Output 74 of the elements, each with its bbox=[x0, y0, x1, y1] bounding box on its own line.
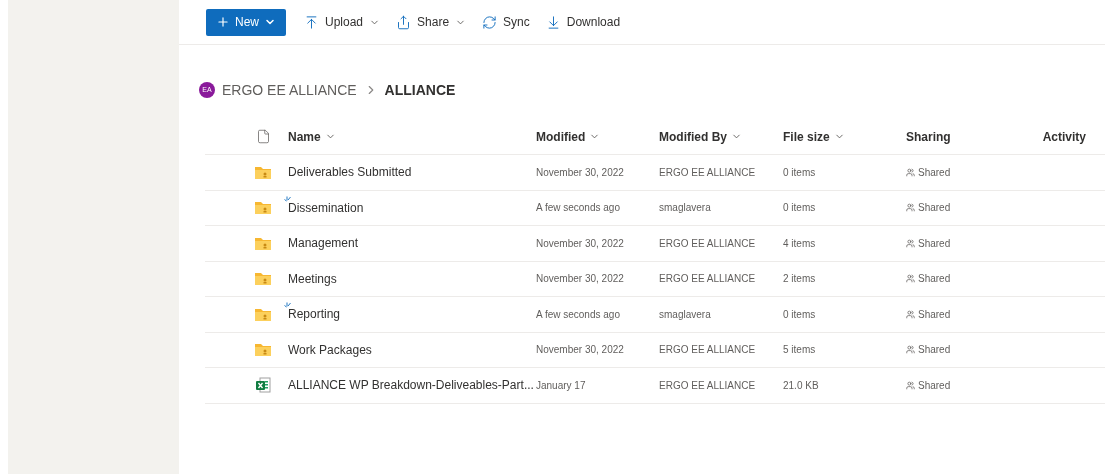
file-name[interactable]: Deliverables Submitted bbox=[288, 165, 412, 180]
plus-icon bbox=[216, 15, 230, 29]
sharing-status[interactable]: Shared bbox=[918, 306, 951, 322]
folder-icon bbox=[255, 307, 271, 321]
modified-date: January 17 bbox=[536, 378, 587, 393]
modified-date: November 30, 2022 bbox=[536, 343, 625, 358]
file-type-icon bbox=[256, 129, 271, 144]
file-row[interactable]: ALLIANCE WP Breakdown-Deliveables-Part... January 17 ERGO EE ALLIANCE 21.0 KB Shared bbox=[205, 368, 1105, 404]
file-row[interactable]: Meetings November 30, 2022 ERGO EE ALLIANCE 2 items Shared bbox=[205, 261, 1105, 297]
toolbar-button[interactable]: Sync bbox=[482, 8, 530, 36]
folder-icon bbox=[255, 201, 271, 215]
modified-date: November 30, 2022 bbox=[536, 272, 625, 287]
people-icon bbox=[906, 167, 915, 177]
modified-by: ERGO EE ALLIANCE bbox=[659, 378, 757, 393]
sharing-status[interactable]: Shared bbox=[918, 235, 951, 251]
modified-by: smaglavera bbox=[659, 201, 712, 216]
file-row[interactable]: Deliverables Submitted November 30, 2022 ERGO EE ALLIANCE 0 items Shared bbox=[205, 155, 1105, 191]
modified-by: ERGO EE ALLIANCE bbox=[659, 165, 757, 180]
file-size: 5 items bbox=[783, 343, 817, 358]
sync-icon bbox=[482, 14, 498, 30]
column-header[interactable]: File size bbox=[783, 127, 906, 146]
breadcrumb-item: ALLIANCE bbox=[384, 80, 456, 100]
people-icon bbox=[906, 309, 915, 319]
file-size: 0 items bbox=[783, 307, 817, 322]
share-icon bbox=[396, 14, 412, 30]
column-header[interactable]: Modified bbox=[536, 127, 659, 146]
new-button[interactable]: New bbox=[206, 8, 286, 36]
modified-date: November 30, 2022 bbox=[536, 236, 625, 251]
modified-by: ERGO EE ALLIANCE bbox=[659, 272, 757, 287]
modified-date: A few seconds ago bbox=[536, 201, 621, 216]
people-icon bbox=[906, 238, 915, 248]
modified-date: November 30, 2022 bbox=[536, 165, 625, 180]
folder-icon bbox=[255, 236, 271, 250]
folder-icon bbox=[255, 272, 271, 286]
column-header[interactable]: Name bbox=[288, 127, 536, 146]
file-row[interactable]: Dissemination A few seconds ago smaglavera 0 items Shared bbox=[205, 190, 1105, 226]
column-header[interactable]: Sharing bbox=[906, 127, 1036, 146]
breadcrumb-item[interactable]: ERGO EE ALLIANCE bbox=[222, 79, 357, 101]
column-header[interactable]: Activity bbox=[1036, 127, 1105, 146]
file-size: 4 items bbox=[783, 236, 817, 251]
spreadsheet-icon bbox=[255, 377, 271, 394]
people-icon bbox=[906, 345, 915, 355]
sharing-status[interactable]: Shared bbox=[918, 377, 951, 393]
file-size: 2 items bbox=[783, 272, 817, 287]
toolbar-button[interactable]: Share bbox=[396, 8, 467, 36]
modified-by: smaglavera bbox=[659, 307, 712, 322]
file-row[interactable]: Work Packages November 30, 2022 ERGO EE ALLIANCE 5 items Shared bbox=[205, 332, 1105, 368]
modified-date: A few seconds ago bbox=[536, 307, 621, 322]
file-name[interactable]: Dissemination bbox=[288, 200, 364, 215]
file-name[interactable]: Work Packages bbox=[288, 342, 372, 357]
sharing-status[interactable]: Shared bbox=[918, 271, 951, 287]
column-header[interactable]: Modified By bbox=[659, 127, 783, 146]
folder-icon bbox=[255, 165, 271, 179]
toolbar-button[interactable]: Download bbox=[545, 8, 621, 36]
folder-icon bbox=[255, 343, 271, 357]
upload-icon bbox=[304, 14, 319, 30]
people-icon bbox=[906, 274, 915, 284]
file-name[interactable]: Management bbox=[288, 236, 359, 251]
toolbar-button[interactable]: Upload bbox=[304, 8, 381, 36]
file-row[interactable]: Reporting A few seconds ago smaglavera 0 items Shared bbox=[205, 297, 1105, 333]
file-name[interactable]: Reporting bbox=[288, 307, 341, 322]
file-size: 0 items bbox=[783, 201, 817, 216]
people-icon bbox=[906, 203, 915, 213]
file-size: 0 items bbox=[783, 165, 817, 180]
file-size: 21.0 KB bbox=[783, 378, 820, 393]
sharing-status[interactable]: Shared bbox=[918, 200, 951, 216]
sharing-status[interactable]: Shared bbox=[918, 342, 951, 358]
sharing-status[interactable]: Shared bbox=[918, 164, 951, 180]
modified-by: ERGO EE ALLIANCE bbox=[659, 236, 757, 251]
people-icon bbox=[906, 380, 915, 390]
file-name[interactable]: ALLIANCE WP Breakdown-Deliveables-Part... bbox=[288, 378, 534, 393]
file-row[interactable]: Management November 30, 2022 ERGO EE ALLIANCE 4 items Shared bbox=[205, 226, 1105, 262]
file-name[interactable]: Meetings bbox=[288, 271, 337, 286]
modified-by: ERGO EE ALLIANCE bbox=[659, 343, 757, 358]
